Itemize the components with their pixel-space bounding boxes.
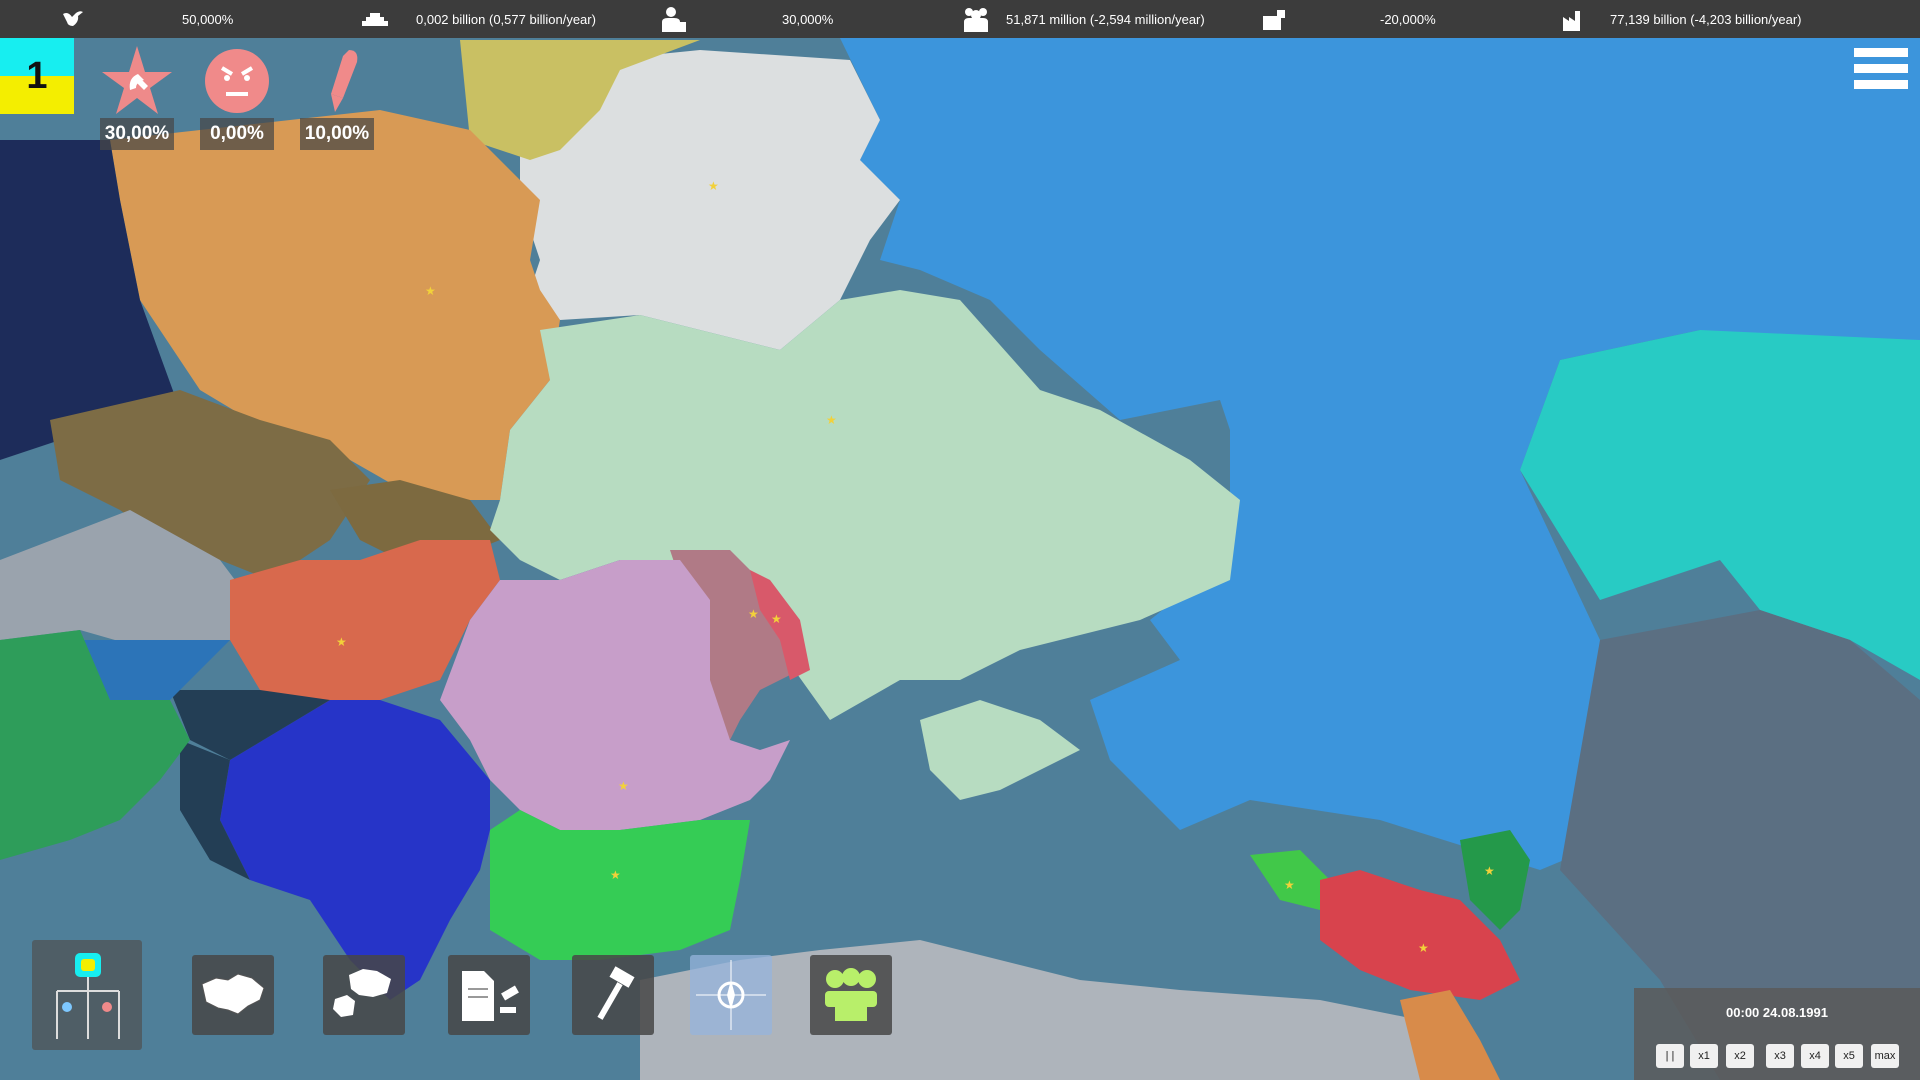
svg-text:★: ★ bbox=[1418, 941, 1429, 955]
budget-value: 0,002 billion (0,577 billion/year) bbox=[416, 12, 596, 27]
player-flag[interactable]: 1 bbox=[0, 38, 74, 114]
propaganda-indicator[interactable]: 10,00% bbox=[300, 44, 374, 150]
svg-text:★: ★ bbox=[336, 635, 347, 649]
people-group-icon bbox=[825, 968, 877, 1021]
population-stat: 51,871 million (-2,594 million/year) bbox=[962, 0, 1205, 38]
hierarchy-icon bbox=[56, 953, 120, 1039]
ukraine-map-icon bbox=[201, 973, 265, 1015]
communism-value: 30,00% bbox=[100, 118, 174, 150]
dove-icon bbox=[63, 11, 83, 26]
regions-map-button[interactable] bbox=[192, 955, 274, 1035]
build-button[interactable] bbox=[572, 955, 654, 1035]
angry-face-icon bbox=[205, 49, 269, 113]
svg-text:★: ★ bbox=[618, 779, 629, 793]
population-groups-button[interactable] bbox=[810, 955, 892, 1035]
employment-value: 30,000% bbox=[782, 12, 834, 27]
speed-x2-button[interactable]: x2 bbox=[1726, 1044, 1754, 1068]
svg-text:★: ★ bbox=[826, 413, 837, 427]
document-gavel-icon bbox=[462, 971, 519, 1021]
tax-stat: -20,000% bbox=[1262, 0, 1436, 38]
laws-button[interactable] bbox=[448, 955, 530, 1035]
nato-compass-icon bbox=[696, 960, 766, 1030]
unrest-indicator[interactable]: 0,00% bbox=[200, 44, 274, 150]
money-stack-icon bbox=[362, 13, 388, 26]
gdp-value: 77,139 billion (-4,203 billion/year) bbox=[1610, 12, 1802, 27]
world-map[interactable]: ★ ★ ★ ★ ★ ★ ★ ★ ★ ★ ★ bbox=[0, 0, 1920, 1080]
employment-stat: 30,000% bbox=[660, 0, 833, 38]
svg-text:★: ★ bbox=[1284, 878, 1295, 892]
hammer-icon bbox=[597, 966, 635, 1020]
territory-split-button[interactable] bbox=[323, 955, 405, 1035]
communism-indicator[interactable]: 30,00% bbox=[100, 44, 174, 150]
peace-stat: 50,000% bbox=[62, 0, 233, 38]
speed-x4-button[interactable]: x4 bbox=[1801, 1044, 1829, 1068]
budget-stat: 0,002 billion (0,577 billion/year) bbox=[362, 0, 596, 38]
svg-text:★: ★ bbox=[425, 284, 436, 298]
region-bulgaria bbox=[490, 810, 750, 960]
menu-line bbox=[1854, 80, 1908, 89]
factory-icon bbox=[1563, 11, 1580, 31]
tax-value: -20,000% bbox=[1380, 12, 1436, 27]
menu-line bbox=[1854, 48, 1908, 57]
speed-x3-button[interactable]: x3 bbox=[1766, 1044, 1794, 1068]
flag-number: 1 bbox=[26, 55, 48, 97]
worker-icon bbox=[662, 7, 686, 32]
unrest-value: 0,00% bbox=[200, 118, 274, 150]
menu-line bbox=[1854, 64, 1908, 73]
speed-x5-button[interactable]: x5 bbox=[1835, 1044, 1863, 1068]
top-stats-bar: 50,000% 0,002 billion (0,577 billion/yea… bbox=[0, 0, 1920, 38]
speed-max-button[interactable]: max bbox=[1871, 1044, 1899, 1068]
svg-text:★: ★ bbox=[708, 179, 719, 193]
pencil-icon bbox=[331, 50, 358, 112]
svg-text:★: ★ bbox=[1484, 864, 1495, 878]
pause-button[interactable]: | | bbox=[1656, 1044, 1684, 1068]
gdp-stat: 77,139 billion (-4,203 billion/year) bbox=[1562, 0, 1802, 38]
speed-x1-button[interactable]: x1 bbox=[1690, 1044, 1718, 1068]
nato-button[interactable] bbox=[690, 955, 772, 1035]
tax-icon bbox=[1263, 10, 1285, 30]
svg-text:★: ★ bbox=[748, 607, 759, 621]
svg-text:★: ★ bbox=[771, 612, 782, 626]
propaganda-value: 10,00% bbox=[300, 118, 374, 150]
game-date: 00:00 24.08.1991 bbox=[1726, 1005, 1828, 1020]
politics-hierarchy-button[interactable] bbox=[32, 940, 142, 1050]
main-menu-button[interactable] bbox=[1854, 48, 1908, 100]
peace-value: 50,000% bbox=[182, 12, 234, 27]
map-split-icon bbox=[333, 969, 391, 1017]
population-value: 51,871 million (-2,594 million/year) bbox=[1006, 12, 1205, 27]
communist-star-icon bbox=[102, 46, 172, 114]
population-icon bbox=[964, 8, 988, 32]
svg-text:★: ★ bbox=[610, 868, 621, 882]
